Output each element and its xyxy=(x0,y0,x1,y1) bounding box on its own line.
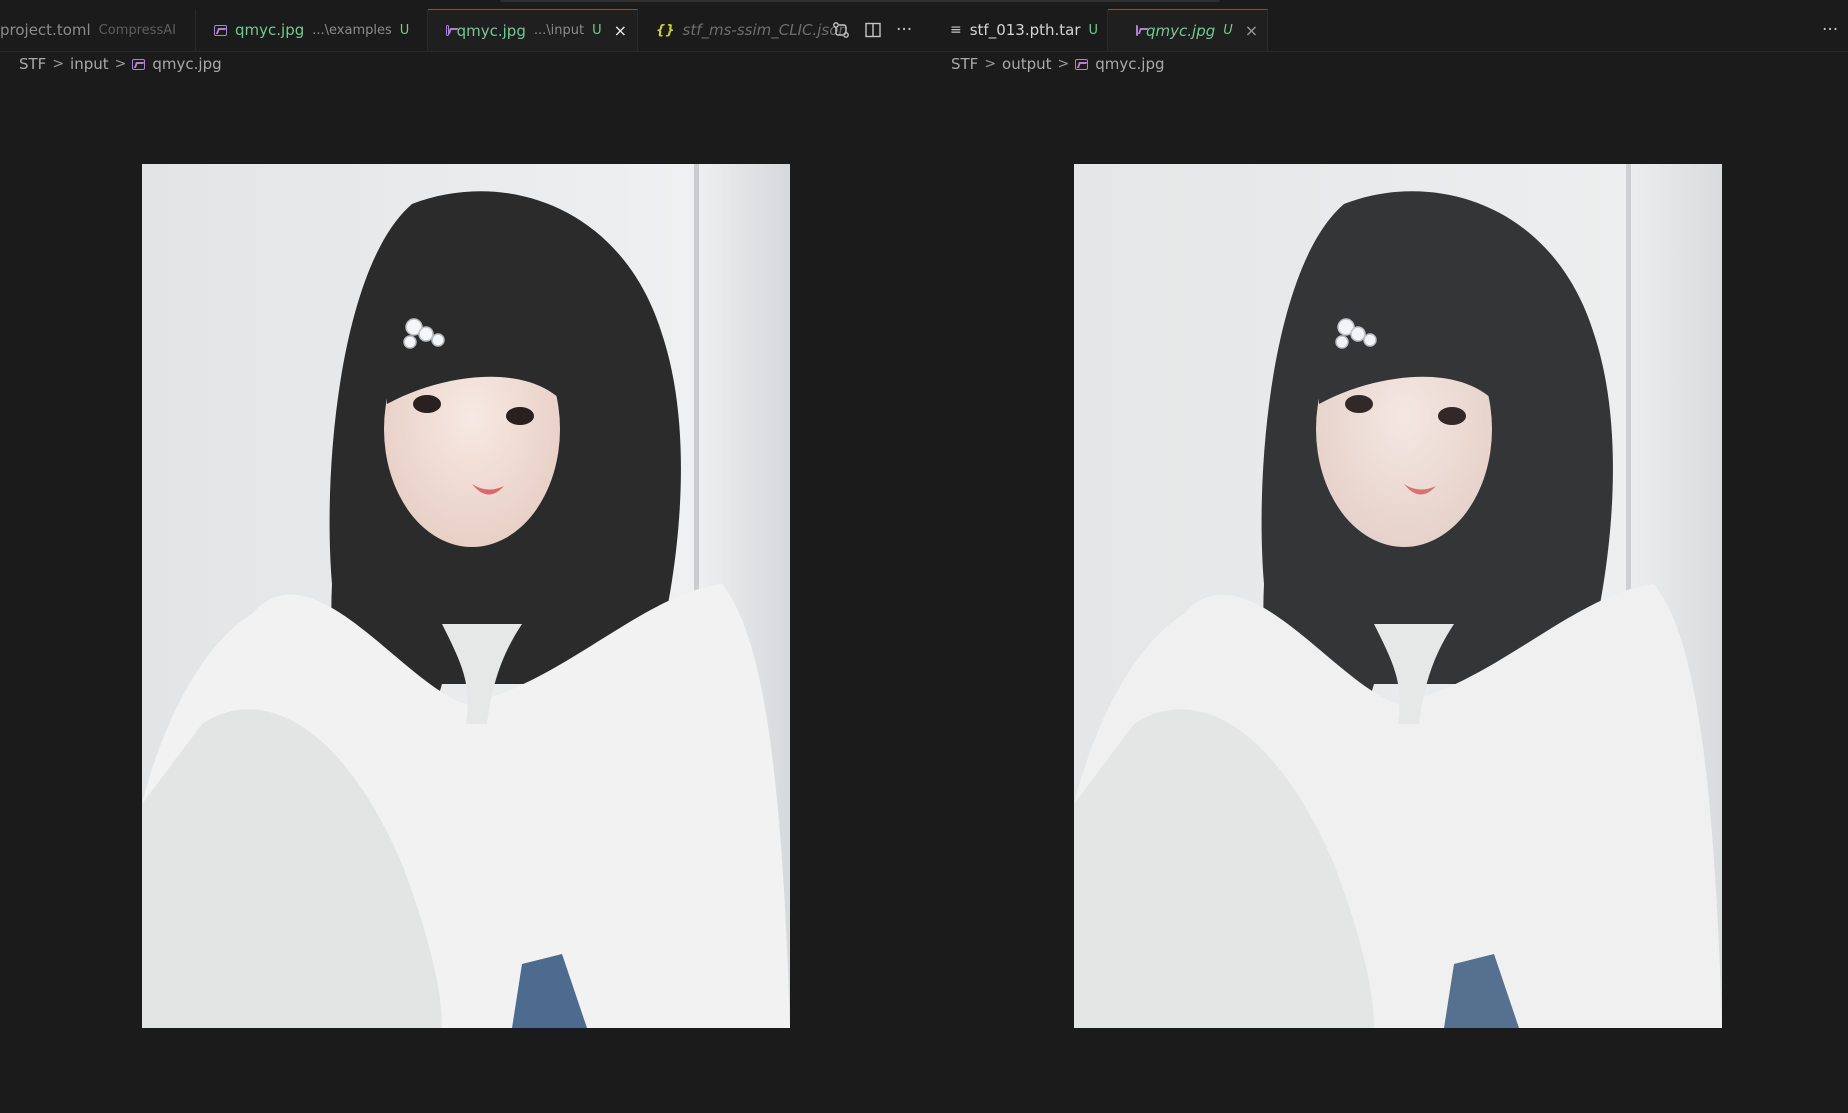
tab-stf-pth[interactable]: ≡ stf_013.pth.tar U xyxy=(938,9,1108,51)
close-icon[interactable]: × xyxy=(614,21,627,40)
tab-project-toml[interactable]: project.toml CompressAI xyxy=(0,9,196,51)
tab-qmyc-output[interactable]: qmyc.jpg U × xyxy=(1108,9,1268,51)
chevron-right-icon: > xyxy=(1057,56,1070,72)
more-actions-right-icon[interactable]: ··· xyxy=(1822,9,1838,51)
breadcrumb-file[interactable]: qmyc.jpg xyxy=(1095,55,1164,73)
portrait-photo xyxy=(1074,164,1722,1028)
portrait-photo xyxy=(142,164,790,1028)
tab-label: qmyc.jpg xyxy=(235,21,305,39)
chevron-right-icon: > xyxy=(984,56,997,72)
image-icon xyxy=(446,25,449,36)
image-icon xyxy=(132,58,146,70)
tab-description: CompressAI xyxy=(98,22,176,38)
split-editor-glyph xyxy=(865,22,881,38)
more-actions-icon[interactable]: ··· xyxy=(896,9,912,51)
modified-badge: U xyxy=(1223,23,1233,38)
tab-stf-json[interactable]: {} stf_ms-ssim_CLIC.json xyxy=(638,9,848,51)
breadcrumb-right: STF > output > qmyc.jpg xyxy=(951,52,1165,76)
command-center-edge xyxy=(500,0,1220,2)
tab-label: project.toml xyxy=(0,21,91,39)
git-compare-icon[interactable] xyxy=(832,9,850,51)
modified-badge: U xyxy=(1088,22,1099,38)
file-lines-icon: ≡ xyxy=(950,22,962,38)
more-label: ··· xyxy=(896,20,913,40)
close-icon[interactable]: × xyxy=(1245,21,1258,40)
breadcrumb-root[interactable]: STF xyxy=(19,55,46,73)
modified-badge: U xyxy=(592,23,602,38)
tab-qmyc-input[interactable]: qmyc.jpg ...\input U × xyxy=(428,9,638,51)
image-preview-output[interactable] xyxy=(1074,164,1722,1028)
breadcrumb-file[interactable]: qmyc.jpg xyxy=(152,55,221,73)
tab-qmyc-examples[interactable]: qmyc.jpg ...\examples U xyxy=(196,9,428,51)
breadcrumb-folder[interactable]: output xyxy=(1002,55,1051,73)
image-icon xyxy=(214,24,227,36)
split-editor-icon[interactable] xyxy=(864,9,882,51)
tab-label: qmyc.jpg xyxy=(1146,21,1216,40)
chevron-right-icon: > xyxy=(114,56,127,72)
tab-description: ...\examples xyxy=(312,22,392,38)
tab-description: ...\input xyxy=(533,23,585,38)
breadcrumb-folder[interactable]: input xyxy=(70,55,109,73)
chevron-right-icon: > xyxy=(52,56,65,72)
tab-label: qmyc.jpg xyxy=(456,21,526,40)
breadcrumb-left: STF > input > qmyc.jpg xyxy=(19,52,222,76)
more-label: ··· xyxy=(1822,20,1839,40)
git-compare-glyph xyxy=(833,22,849,38)
title-strip xyxy=(0,0,1848,9)
tab-label: stf_013.pth.tar xyxy=(969,21,1081,39)
image-icon xyxy=(1075,58,1089,70)
image-preview-input[interactable] xyxy=(142,164,790,1028)
modified-badge: U xyxy=(399,22,410,38)
editor-tab-bar: project.toml CompressAI qmyc.jpg ...\exa… xyxy=(0,9,1848,52)
breadcrumb-root[interactable]: STF xyxy=(951,55,978,73)
image-icon xyxy=(1136,25,1138,36)
json-icon: {} xyxy=(656,22,675,38)
tab-label: stf_ms-ssim_CLIC.json xyxy=(682,21,848,39)
